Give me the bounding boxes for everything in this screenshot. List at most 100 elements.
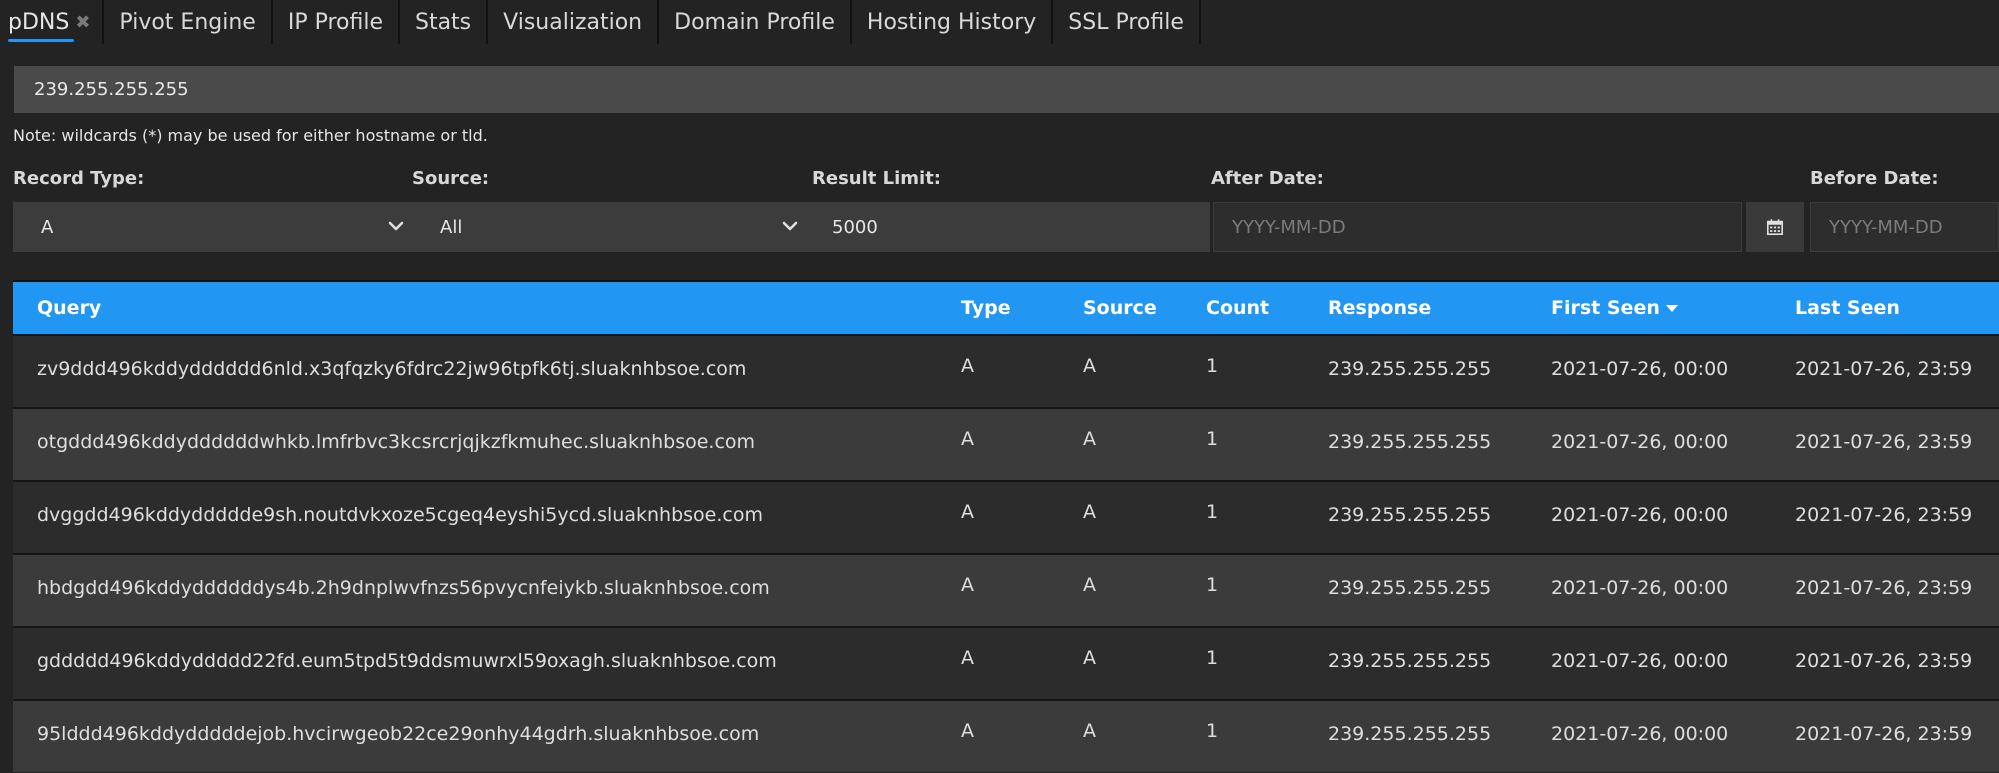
result-limit-input[interactable]: 5000 (812, 202, 1210, 252)
cell-first-seen: 2021-07-26, 00:00 (1551, 504, 1729, 526)
cell-type: A (961, 647, 974, 669)
before-date-label: Before Date: (1810, 168, 1939, 189)
column-header-type[interactable]: Type (961, 282, 1011, 334)
search-field (14, 66, 1999, 113)
tab-visualization[interactable]: Visualization (488, 0, 660, 44)
result-limit-label: Result Limit: (812, 168, 942, 189)
chevron-down-icon (388, 221, 404, 231)
table-row[interactable]: dvggdd496kddyddddde9sh.noutdvkxoze5cgeq4… (13, 480, 1999, 553)
tabs: pDNS ✖ Pivot Engine IP Profile Stats Vis… (0, 0, 1999, 44)
wildcard-note: Note: wildcards (*) may be used for eith… (13, 126, 488, 145)
source-label: Source: (412, 168, 490, 189)
column-header-last-seen[interactable]: Last Seen (1795, 282, 1900, 334)
tab-label: pDNS (8, 9, 70, 35)
before-date-input[interactable]: YYYY-MM-DD (1810, 202, 1999, 252)
cell-response[interactable]: 239.255.255.255 (1328, 431, 1491, 453)
record-type-label: Record Type: (13, 168, 145, 189)
cell-type: A (961, 720, 974, 742)
tab-domain-profile[interactable]: Domain Profile (659, 0, 852, 44)
cell-last-seen: 2021-07-26, 23:59 (1795, 358, 1973, 380)
tab-label: Domain Profile (674, 9, 835, 35)
cell-last-seen: 2021-07-26, 23:59 (1795, 431, 1973, 453)
column-header-query[interactable]: Query (37, 282, 101, 334)
close-icon[interactable]: ✖ (75, 12, 90, 33)
cell-type: A (961, 428, 974, 450)
tab-bar: pDNS ✖ Pivot Engine IP Profile Stats Vis… (0, 0, 1999, 44)
cell-last-seen: 2021-07-26, 23:59 (1795, 723, 1973, 745)
cell-query[interactable]: gddddd496kddyddddd22fd.eum5tpd5t9ddsmuwr… (37, 650, 777, 672)
before-date-placeholder: YYYY-MM-DD (1829, 216, 1943, 238)
tab-label: Visualization (503, 9, 643, 35)
tab-pdns[interactable]: pDNS ✖ (0, 0, 105, 44)
cell-source: A (1083, 501, 1096, 523)
cell-count: 1 (1206, 647, 1219, 669)
cell-type: A (961, 355, 974, 377)
cell-count: 1 (1206, 501, 1219, 523)
cell-source: A (1083, 720, 1096, 742)
cell-source: A (1083, 355, 1096, 377)
cell-count: 1 (1206, 720, 1219, 742)
column-header-label: First Seen (1551, 297, 1660, 319)
tab-ssl-profile[interactable]: SSL Profile (1053, 0, 1201, 44)
cell-first-seen: 2021-07-26, 00:00 (1551, 431, 1729, 453)
results-table: Query Type Source Count Response First S… (13, 280, 1999, 772)
tab-pivot-engine[interactable]: Pivot Engine (104, 0, 273, 44)
tab-label: SSL Profile (1068, 9, 1184, 35)
after-date-label: After Date: (1211, 168, 1324, 189)
tab-label: Stats (414, 9, 472, 35)
cell-query[interactable]: 95lddd496kddydddddejob.hvcirwgeob22ce29o… (37, 723, 759, 745)
cell-first-seen: 2021-07-26, 00:00 (1551, 358, 1729, 380)
cell-source: A (1083, 574, 1096, 596)
table-row[interactable]: 95lddd496kddydddddejob.hvcirwgeob22ce29o… (13, 699, 1999, 772)
cell-response[interactable]: 239.255.255.255 (1328, 650, 1491, 672)
cell-count: 1 (1206, 574, 1219, 596)
sort-desc-icon (1665, 305, 1678, 312)
after-date-placeholder: YYYY-MM-DD (1232, 216, 1346, 238)
calendar-button[interactable] (1746, 202, 1804, 252)
tab-label: IP Profile (287, 9, 383, 35)
chevron-down-icon (782, 221, 798, 231)
source-select[interactable]: All (418, 202, 812, 252)
column-header-count[interactable]: Count (1206, 282, 1269, 334)
record-type-select[interactable]: A (13, 202, 418, 252)
table-row[interactable]: zv9ddd496kddydddddd6nld.x3qfqzky6fdrc22j… (13, 334, 1999, 407)
tab-label: Pivot Engine (119, 9, 256, 35)
column-header-response[interactable]: Response (1328, 282, 1431, 334)
tab-label: Hosting History (866, 9, 1037, 35)
cell-query[interactable]: hbdgdd496kddyddddddys4b.2h9dnplwvfnzs56p… (37, 577, 770, 599)
tab-ip-profile[interactable]: IP Profile (273, 0, 400, 44)
cell-response[interactable]: 239.255.255.255 (1328, 577, 1491, 599)
app-root: pDNS ✖ Pivot Engine IP Profile Stats Vis… (0, 0, 1999, 773)
cell-count: 1 (1206, 355, 1219, 377)
cell-source: A (1083, 647, 1096, 669)
table-header: Query Type Source Count Response First S… (13, 280, 1999, 334)
tab-stats[interactable]: Stats (400, 0, 489, 44)
cell-response[interactable]: 239.255.255.255 (1328, 723, 1491, 745)
calendar-icon (1766, 219, 1784, 236)
record-type-value: A (41, 216, 54, 238)
cell-last-seen: 2021-07-26, 23:59 (1795, 650, 1973, 672)
cell-first-seen: 2021-07-26, 00:00 (1551, 577, 1729, 599)
table-row[interactable]: gddddd496kddyddddd22fd.eum5tpd5t9ddsmuwr… (13, 626, 1999, 699)
table-row[interactable]: hbdgdd496kddyddddddys4b.2h9dnplwvfnzs56p… (13, 553, 1999, 626)
result-limit-value: 5000 (832, 216, 878, 238)
cell-response[interactable]: 239.255.255.255 (1328, 504, 1491, 526)
source-value: All (440, 216, 463, 238)
cell-query[interactable]: zv9ddd496kddydddddd6nld.x3qfqzky6fdrc22j… (37, 358, 746, 380)
cell-query[interactable]: dvggdd496kddyddddde9sh.noutdvkxoze5cgeq4… (37, 504, 763, 526)
search-input[interactable] (14, 66, 1999, 113)
table-row[interactable]: otgddd496kddyddddddwhkb.lmfrbvc3kcsrcrjq… (13, 407, 1999, 480)
column-header-first-seen[interactable]: First Seen (1551, 282, 1678, 334)
cell-query[interactable]: otgddd496kddyddddddwhkb.lmfrbvc3kcsrcrjq… (37, 431, 755, 453)
cell-response[interactable]: 239.255.255.255 (1328, 358, 1491, 380)
cell-last-seen: 2021-07-26, 23:59 (1795, 577, 1973, 599)
after-date-input[interactable]: YYYY-MM-DD (1213, 202, 1742, 252)
cell-type: A (961, 574, 974, 596)
cell-type: A (961, 501, 974, 523)
cell-first-seen: 2021-07-26, 00:00 (1551, 650, 1729, 672)
cell-last-seen: 2021-07-26, 23:59 (1795, 504, 1973, 526)
tab-hosting-history[interactable]: Hosting History (852, 0, 1054, 44)
cell-source: A (1083, 428, 1096, 450)
cell-count: 1 (1206, 428, 1219, 450)
column-header-source[interactable]: Source (1083, 282, 1157, 334)
